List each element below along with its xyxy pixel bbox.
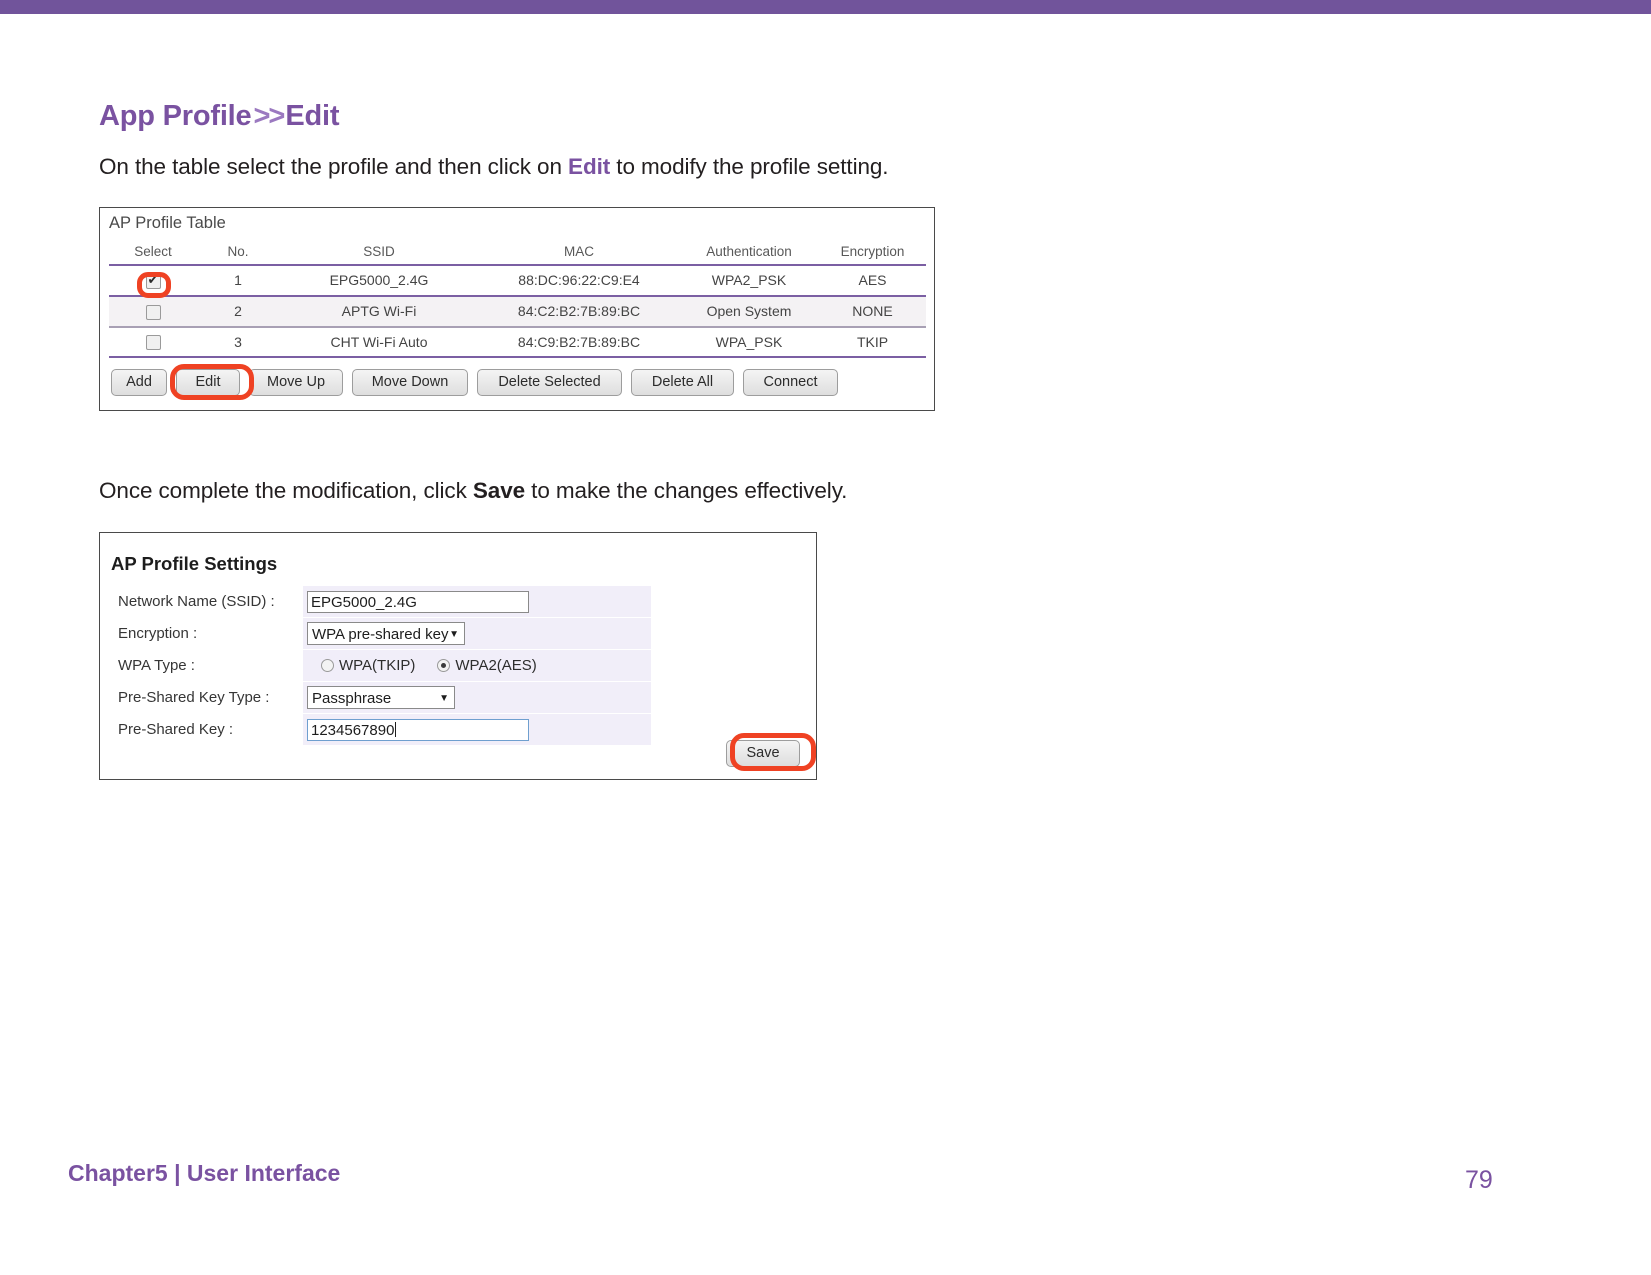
column-header-mac: MAC xyxy=(479,240,679,266)
table-header-row: Select No. SSID MAC Authentication Encry… xyxy=(109,240,926,266)
move-up-button[interactable]: Move Up xyxy=(249,369,343,396)
radio-label-wpa-tkip: WPA(TKIP) xyxy=(339,657,416,674)
row-encryption: TKIP xyxy=(819,326,926,359)
psk-input[interactable]: 1234567890 xyxy=(307,718,529,741)
paragraph-1-accent: Edit xyxy=(568,154,611,179)
ap-profile-settings-panel: AP Profile Settings Network Name (SSID) … xyxy=(99,532,817,780)
ssid-input[interactable]: EPG5000_2.4G xyxy=(307,590,529,613)
row-select-cell[interactable] xyxy=(109,326,197,359)
row-authentication: WPA2_PSK xyxy=(679,265,819,297)
column-header-no: No. xyxy=(197,240,279,266)
ap-profile-table: Select No. SSID MAC Authentication Encry… xyxy=(109,240,926,359)
radio-option-wpa-tkip[interactable]: WPA(TKIP) xyxy=(321,657,415,674)
radio-option-wpa2-aes[interactable]: WPA2(AES) xyxy=(437,657,537,674)
row-mac: 84:C2:B2:7B:89:BC xyxy=(479,295,679,328)
psk-type-select[interactable]: Passphrase ▼ xyxy=(307,686,455,709)
label-psk: Pre-Shared Key : xyxy=(118,721,234,738)
label-encryption: Encryption : xyxy=(118,625,198,642)
row-authentication: Open System xyxy=(679,295,819,328)
label-ssid: Network Name (SSID) : xyxy=(118,593,275,610)
ap-profile-table-title: AP Profile Table xyxy=(109,214,226,232)
encryption-select-value: WPA pre-shared key xyxy=(312,626,449,643)
footer-chapter-label: Chapter5 | User Interface xyxy=(68,1160,341,1186)
paragraph-2-part-2: to make the changes effectively. xyxy=(525,478,848,503)
row-ssid: EPG5000_2.4G xyxy=(279,265,479,297)
paragraph-1-part-1: On the table select the profile and then… xyxy=(99,154,569,179)
field-row-ssid: Network Name (SSID) : EPG5000_2.4G xyxy=(111,586,651,617)
field-row-psk-type: Pre-Shared Key Type : Passphrase ▼ xyxy=(111,682,651,713)
top-decorative-bar xyxy=(0,0,1651,14)
row-mac: 84:C9:B2:7B:89:BC xyxy=(479,326,679,359)
page-title-suffix: Edit xyxy=(285,100,340,132)
row-no: 1 xyxy=(197,265,279,297)
row-select-cell[interactable] xyxy=(109,295,197,328)
chevron-down-icon: ▼ xyxy=(449,629,459,640)
row-checkbox-selected[interactable] xyxy=(145,272,161,289)
row-encryption: NONE xyxy=(819,295,926,328)
row-authentication: WPA_PSK xyxy=(679,326,819,359)
page-title: App Profile>>Edit xyxy=(99,100,340,133)
chevron-right-icon: >> xyxy=(253,100,285,132)
ap-profile-settings-title: AP Profile Settings xyxy=(111,553,278,574)
page-content: App Profile>>Edit On the table select th… xyxy=(0,14,1651,1275)
move-down-button[interactable]: Move Down xyxy=(352,369,468,396)
table-row[interactable]: 3 CHT Wi-Fi Auto 84:C9:B2:7B:89:BC WPA_P… xyxy=(109,326,926,359)
column-header-encryption: Encryption xyxy=(819,240,926,266)
paragraph-instruction-edit: On the table select the profile and then… xyxy=(99,154,889,180)
save-button[interactable]: Save xyxy=(726,740,800,767)
column-header-ssid: SSID xyxy=(279,240,479,266)
row-checkbox[interactable] xyxy=(145,304,161,320)
table-row[interactable]: 1 EPG5000_2.4G 88:DC:96:22:C9:E4 WPA2_PS… xyxy=(109,265,926,297)
paragraph-1-part-2: to modify the profile setting. xyxy=(610,154,889,179)
delete-all-button[interactable]: Delete All xyxy=(631,369,734,396)
connect-button[interactable]: Connect xyxy=(743,369,838,396)
psk-input-value: 1234567890 xyxy=(311,721,395,739)
row-no: 3 xyxy=(197,326,279,359)
chevron-down-icon: ▼ xyxy=(439,693,449,704)
field-psk-type-wrapper: Passphrase ▼ xyxy=(303,682,651,713)
ap-profile-settings-form: Network Name (SSID) : EPG5000_2.4G Encry… xyxy=(111,586,651,746)
table-row[interactable]: 2 APTG Wi-Fi 84:C2:B2:7B:89:BC Open Syst… xyxy=(109,295,926,328)
save-button-wrapper: Save xyxy=(726,740,800,767)
footer-page-number: 79 xyxy=(1465,1166,1493,1194)
radio-icon-wpa2-aes[interactable] xyxy=(437,659,451,672)
psk-type-select-value: Passphrase xyxy=(312,690,392,707)
edit-button[interactable]: Edit xyxy=(176,369,240,396)
wpa-type-radio-group: WPA(TKIP) WPA2(AES) xyxy=(307,657,559,674)
label-psk-type: Pre-Shared Key Type : xyxy=(118,689,270,706)
text-caret xyxy=(395,721,397,737)
field-psk-wrapper: 1234567890 xyxy=(303,714,651,745)
row-encryption: AES xyxy=(819,265,926,297)
row-checkbox[interactable] xyxy=(145,335,161,351)
row-ssid: APTG Wi-Fi xyxy=(279,295,479,328)
paragraph-2-part-1: Once complete the modification, click xyxy=(99,478,473,503)
field-ssid-wrapper: EPG5000_2.4G xyxy=(303,586,651,617)
paragraph-2-strong: Save xyxy=(472,478,526,503)
encryption-select[interactable]: WPA pre-shared key ▼ xyxy=(307,622,465,645)
table-action-buttons: Add Edit Move Up Move Down Delete Select… xyxy=(111,369,838,396)
paragraph-instruction-save: Once complete the modification, click Sa… xyxy=(99,478,847,504)
row-ssid: CHT Wi-Fi Auto xyxy=(279,326,479,359)
field-encryption-wrapper: WPA pre-shared key ▼ xyxy=(303,618,651,649)
row-mac: 88:DC:96:22:C9:E4 xyxy=(479,265,679,297)
field-row-psk: Pre-Shared Key : 1234567890 xyxy=(111,714,651,745)
page-title-prefix: App Profile xyxy=(99,100,252,132)
column-header-authentication: Authentication xyxy=(679,240,819,266)
ap-profile-table-panel: AP Profile Table Select No. SSID MAC Aut… xyxy=(99,207,935,411)
row-select-cell[interactable] xyxy=(109,265,197,297)
delete-selected-button[interactable]: Delete Selected xyxy=(477,369,622,396)
radio-icon-wpa-tkip[interactable] xyxy=(321,659,334,672)
row-no: 2 xyxy=(197,295,279,328)
field-wpa-type-wrapper: WPA(TKIP) WPA2(AES) xyxy=(303,650,651,681)
column-header-select: Select xyxy=(109,240,197,266)
radio-label-wpa2-aes: WPA2(AES) xyxy=(455,657,537,674)
add-button[interactable]: Add xyxy=(111,369,167,396)
label-wpa-type: WPA Type : xyxy=(118,657,195,674)
field-row-encryption: Encryption : WPA pre-shared key ▼ xyxy=(111,618,651,649)
field-row-wpa-type: WPA Type : WPA(TKIP) WPA2(AES) xyxy=(111,650,651,681)
